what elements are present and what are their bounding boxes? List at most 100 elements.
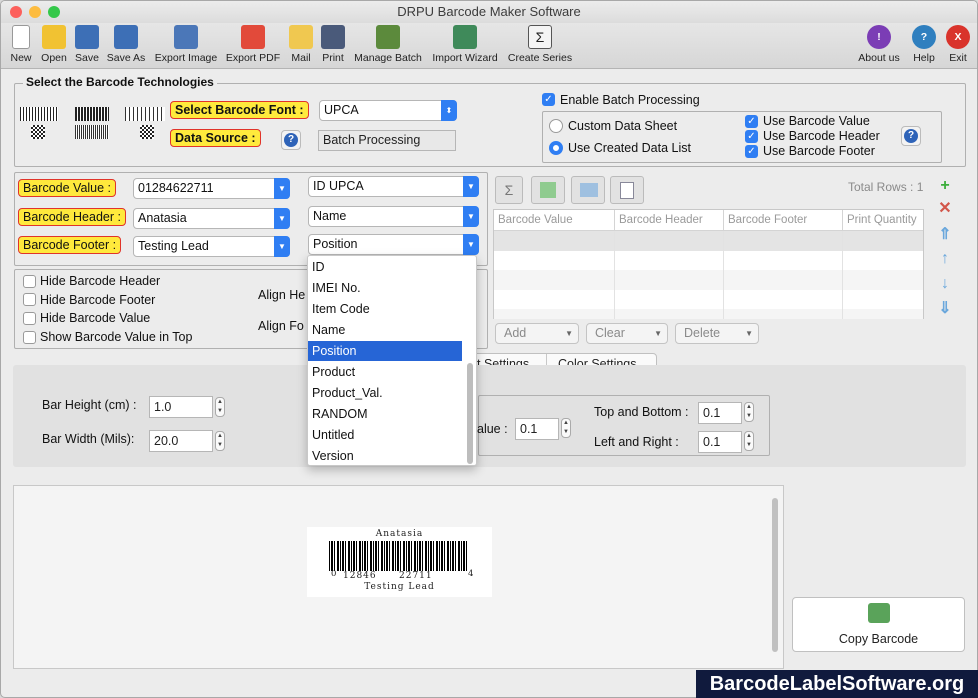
- font-select[interactable]: UPCA ⬍: [319, 100, 457, 121]
- show-value-top-checkbox[interactable]: [23, 331, 36, 344]
- bar-height-input[interactable]: 1.0: [149, 396, 213, 418]
- pdf417-barcode-icon[interactable]: [75, 125, 109, 139]
- barcode-preview[interactable]: Anatasia 0 12846 22711 4 Testing Lead: [307, 527, 492, 597]
- value-column-select[interactable]: ID UPCA ▼: [308, 176, 479, 197]
- use-value-checkbox[interactable]: ✓: [745, 115, 758, 128]
- close-window-icon[interactable]: [10, 6, 22, 18]
- move-top-icon[interactable]: ⇑: [935, 225, 955, 245]
- save-button[interactable]: Save: [73, 25, 101, 64]
- toolbar: New Open Save Save As Export Image Expor…: [1, 23, 977, 69]
- save-as-button[interactable]: Save As: [105, 25, 147, 64]
- barcode-header-input[interactable]: Anatasia ▼: [133, 208, 290, 229]
- dropdown-item-untitled[interactable]: Untitled: [308, 425, 462, 445]
- dropdown-item-position[interactable]: Position: [308, 341, 462, 361]
- use-footer-checkbox[interactable]: ✓: [745, 145, 758, 158]
- add-row-icon[interactable]: +: [935, 176, 955, 196]
- table-row[interactable]: [494, 231, 923, 251]
- print-button[interactable]: Print: [319, 25, 347, 64]
- export-pdf-button[interactable]: Export PDF: [224, 25, 282, 64]
- dropdown-item-product-val[interactable]: Product_Val.: [308, 383, 462, 403]
- series-sigma-icon[interactable]: Σ: [495, 176, 523, 204]
- column-barcode-footer[interactable]: Barcode Footer: [728, 214, 807, 226]
- top-bottom-input[interactable]: 0.1: [698, 402, 742, 424]
- move-bottom-icon[interactable]: ⇓: [935, 299, 955, 319]
- enable-batch-label: Enable Batch Processing: [560, 93, 700, 107]
- zoom-window-icon[interactable]: [48, 6, 60, 18]
- column-dropdown-list[interactable]: ID IMEI No. Item Code Name Position Prod…: [307, 255, 477, 466]
- batch-data-table[interactable]: Barcode Value Barcode Header Barcode Foo…: [493, 209, 924, 319]
- barcode-footer-input[interactable]: Testing Lead ▼: [133, 236, 290, 257]
- datamatrix-icon[interactable]: [140, 125, 154, 139]
- left-right-stepper[interactable]: ▲ ▼: [744, 431, 754, 451]
- batch-help-button[interactable]: ?: [901, 126, 921, 146]
- floppy-icon: [75, 25, 99, 49]
- move-down-icon[interactable]: ↓: [935, 274, 955, 294]
- 2d-barcode-icon[interactable]: [31, 125, 45, 139]
- bar-height-stepper[interactable]: ▲ ▼: [215, 397, 225, 417]
- export-image-button[interactable]: Export Image: [152, 25, 220, 64]
- bar-width-stepper[interactable]: ▲ ▼: [215, 431, 225, 451]
- hide-header-checkbox[interactable]: [23, 275, 36, 288]
- data-source-field[interactable]: Batch Processing: [318, 130, 456, 151]
- dropdown-item-id[interactable]: ID: [308, 257, 462, 277]
- dropdown-item-product[interactable]: Product: [308, 362, 462, 382]
- create-series-button[interactable]: Σ Create Series: [506, 25, 574, 64]
- footer-column-select[interactable]: Position ▼: [308, 234, 479, 255]
- copy-barcode-button[interactable]: Copy Barcode: [792, 597, 965, 652]
- value-margin-input[interactable]: 0.1: [515, 418, 559, 440]
- hide-header-label: Hide Barcode Header: [40, 274, 161, 288]
- save-label: Save: [75, 52, 99, 64]
- created-data-list-radio[interactable]: [549, 141, 563, 155]
- custom-data-sheet-radio[interactable]: [549, 119, 563, 133]
- add-button[interactable]: Add ▼: [495, 323, 579, 344]
- bar-width-input[interactable]: 20.0: [149, 430, 213, 452]
- gs1-barcode-icon[interactable]: [125, 107, 165, 121]
- exit-button[interactable]: X Exit: [945, 25, 971, 64]
- open-button[interactable]: Open: [39, 25, 69, 64]
- hide-footer-checkbox[interactable]: [23, 293, 36, 306]
- clear-button[interactable]: Clear ▼: [586, 323, 668, 344]
- chevron-down-icon: ▼: [565, 329, 573, 338]
- dropdown-scrollbar[interactable]: [467, 363, 473, 464]
- use-header-checkbox[interactable]: ✓: [745, 130, 758, 143]
- column-print-quantity[interactable]: Print Quantity: [847, 214, 917, 226]
- manage-batch-button[interactable]: Manage Batch: [351, 25, 425, 64]
- delete-button[interactable]: Delete ▼: [675, 323, 759, 344]
- left-right-input[interactable]: 0.1: [698, 431, 742, 453]
- data-source-help-button[interactable]: ?: [281, 130, 301, 150]
- linear-barcode-icon[interactable]: [20, 107, 58, 121]
- mail-button[interactable]: Mail: [288, 25, 314, 64]
- dropdown-item-imei[interactable]: IMEI No.: [308, 278, 462, 298]
- import-wizard-button[interactable]: Import Wizard: [429, 25, 501, 64]
- postal-barcode-icon[interactable]: [75, 107, 109, 121]
- column-barcode-value[interactable]: Barcode Value: [498, 214, 573, 226]
- export-list-icon[interactable]: [610, 176, 644, 204]
- new-button[interactable]: New: [7, 25, 35, 64]
- enable-batch-checkbox[interactable]: ✓: [542, 93, 555, 106]
- barcode-value-input[interactable]: 01284622711 ▼: [133, 178, 290, 199]
- dropdown-item-item-code[interactable]: Item Code: [308, 299, 462, 319]
- move-up-icon[interactable]: ↑: [935, 249, 955, 269]
- exit-icon: X: [946, 25, 970, 49]
- value-margin-stepper[interactable]: ▲ ▼: [561, 418, 571, 438]
- data-source-label: Data Source :: [170, 129, 261, 147]
- dropdown-item-name[interactable]: Name: [308, 320, 462, 340]
- preview-scrollbar[interactable]: [772, 498, 778, 652]
- delete-row-icon[interactable]: ✕: [935, 199, 955, 219]
- help-button[interactable]: ? Help: [910, 25, 938, 64]
- preview-footer: Testing Lead: [364, 582, 435, 592]
- chevron-down-icon: ▼: [274, 208, 290, 229]
- clear-label: Clear: [595, 326, 625, 340]
- top-bottom-stepper[interactable]: ▲ ▼: [744, 402, 754, 422]
- dropdown-item-version[interactable]: Version: [308, 446, 462, 466]
- about-us-button[interactable]: ! About us: [855, 25, 903, 64]
- database-icon[interactable]: [571, 176, 605, 204]
- import-wizard-label: Import Wizard: [432, 52, 498, 64]
- dropdown-item-random[interactable]: RANDOM: [308, 404, 462, 424]
- hide-value-checkbox[interactable]: [23, 312, 36, 325]
- column-barcode-header[interactable]: Barcode Header: [619, 214, 703, 226]
- preview-digits-b: 22711: [399, 571, 433, 581]
- header-column-select[interactable]: Name ▼: [308, 206, 479, 227]
- excel-import-icon[interactable]: [531, 176, 565, 204]
- minimize-window-icon[interactable]: [29, 6, 41, 18]
